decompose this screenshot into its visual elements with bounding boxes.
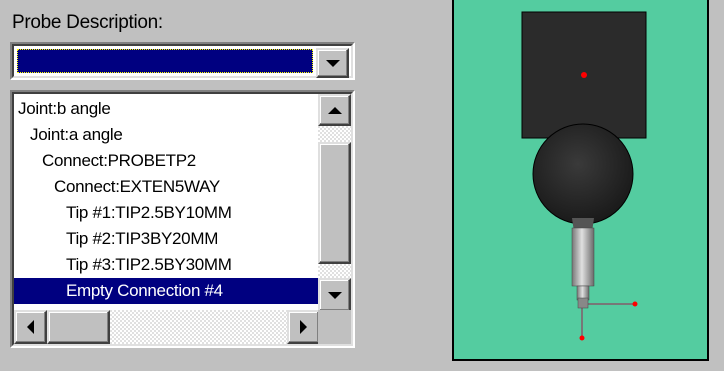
list-item[interactable]: Empty Connection #4 — [14, 278, 320, 304]
tip-marker-vertical — [579, 335, 585, 341]
arrow-right-icon — [300, 320, 307, 334]
scrollbar-corner — [318, 310, 351, 344]
list-item[interactable]: Joint:b angle — [14, 96, 320, 122]
head-center-marker — [581, 72, 587, 78]
list-item[interactable]: Joint:a angle — [14, 122, 320, 148]
scroll-left-button[interactable] — [14, 310, 47, 344]
list-item[interactable]: Tip #3:TIP2.5BY30MM — [14, 252, 320, 278]
tip-connector — [577, 297, 589, 309]
probe-description-combobox[interactable] — [10, 42, 355, 80]
probe-joint-ball — [532, 123, 634, 225]
probe-preview-panel — [452, 0, 709, 361]
probe-component-listbox[interactable]: Joint:b angle Joint:a angle Connect:PROBET… — [10, 90, 355, 348]
chevron-down-icon — [325, 59, 340, 67]
probe-stem — [571, 227, 595, 287]
probe-component-items: Joint:b angle Joint:a angle Connect:PROBET… — [14, 96, 320, 312]
list-item[interactable]: Connect:PROBETP2 — [14, 148, 320, 174]
list-item[interactable]: Tip #2:TIP3BY20MM — [14, 226, 320, 252]
vertical-scrollbar[interactable] — [318, 94, 351, 312]
scroll-up-button[interactable] — [318, 94, 351, 126]
combo-dropdown-button[interactable] — [316, 48, 349, 78]
horizontal-scrollbar[interactable] — [14, 310, 320, 344]
probe-description-value[interactable] — [17, 49, 313, 73]
list-item[interactable]: Tip #1:TIP2.5BY10MM — [14, 200, 320, 226]
probe-description-label: Probe Description: — [12, 12, 163, 33]
arrow-down-icon — [327, 291, 342, 299]
scroll-down-button[interactable] — [318, 278, 351, 312]
arrow-up-icon — [327, 106, 342, 114]
probe-3d-view — [521, 11, 647, 341]
list-item[interactable]: Connect:EXTEN5WAY — [14, 174, 320, 200]
arrow-left-icon — [27, 320, 34, 334]
vertical-scroll-thumb[interactable] — [318, 142, 351, 264]
tip-marker-horizontal — [632, 301, 638, 307]
horizontal-scroll-thumb[interactable] — [47, 310, 110, 344]
scroll-right-button[interactable] — [287, 310, 320, 344]
